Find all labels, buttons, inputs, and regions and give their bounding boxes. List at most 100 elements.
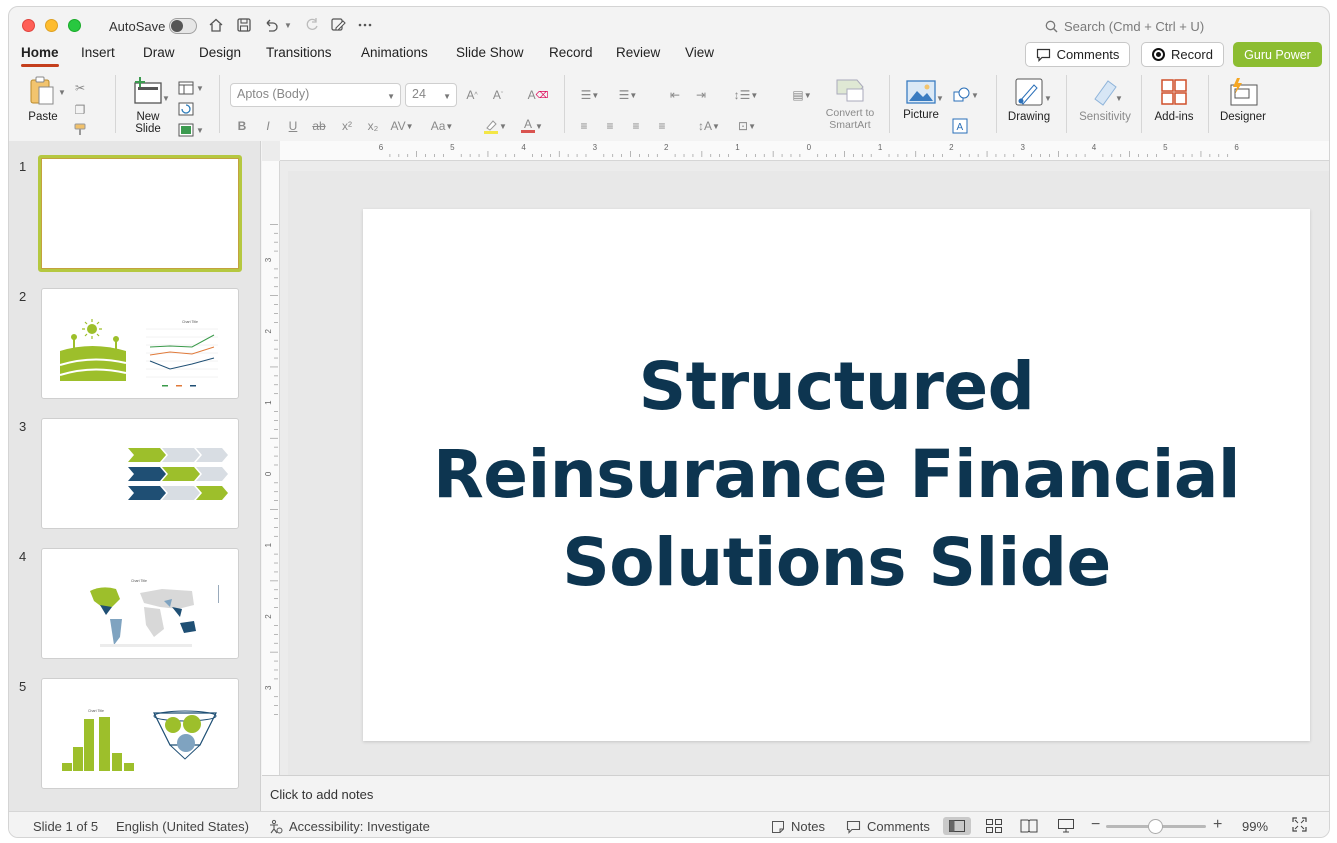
horizontal-ruler[interactable]: 6 5 4 3 2 1 0 1 2 3 4 5 6 (280, 141, 1329, 161)
minimize-window-button[interactable] (45, 19, 58, 32)
more-icon[interactable] (355, 15, 375, 35)
paste-dropdown-icon[interactable]: ▼ (57, 83, 67, 101)
comments-toggle[interactable]: Comments (846, 819, 930, 834)
zoom-level[interactable]: 99% (1242, 819, 1268, 834)
new-slide-dropdown-icon[interactable]: ▼ (161, 89, 171, 107)
strikethrough-icon[interactable]: ab (310, 117, 328, 135)
autosave-toggle[interactable] (169, 18, 197, 34)
text-direction-icon[interactable]: ↕A ▼ (694, 117, 724, 135)
justify-icon[interactable]: ≡ (653, 117, 671, 135)
font-name-select[interactable]: Aptos (Body) ▼ (230, 83, 401, 107)
zoom-window-button[interactable] (68, 19, 81, 32)
reset-slide-icon[interactable] (177, 100, 195, 118)
cut-icon[interactable]: ✂ (71, 79, 89, 97)
slide-thumbnail-2[interactable]: Chart Title (41, 288, 239, 399)
tab-draw[interactable]: Draw (143, 45, 175, 60)
zoom-slider-handle[interactable] (1148, 819, 1163, 834)
record-button[interactable]: Record (1141, 42, 1224, 67)
superscript-icon[interactable]: x² (338, 117, 356, 135)
redo-icon[interactable] (302, 15, 322, 35)
character-spacing-icon[interactable]: AV ▼ (389, 117, 415, 135)
columns-icon[interactable]: ▤ ▼ (787, 86, 817, 104)
fit-to-window-button[interactable] (1292, 817, 1307, 832)
tab-slide-show[interactable]: Slide Show (456, 45, 524, 60)
tab-home[interactable]: Home (21, 45, 59, 67)
highlight-icon[interactable]: ▼ (480, 117, 510, 135)
tab-transitions[interactable]: Transitions (266, 45, 332, 60)
decrease-font-icon[interactable]: Aˇ (489, 86, 507, 104)
layout-icon[interactable] (177, 79, 195, 97)
reading-view-button[interactable] (1015, 817, 1043, 835)
align-left-icon[interactable]: ≡ (575, 117, 593, 135)
tab-review[interactable]: Review (616, 45, 660, 60)
slide-title[interactable]: Structured Reinsurance Financial Solutio… (427, 343, 1247, 607)
slide-sorter-button[interactable] (980, 817, 1008, 835)
convert-smartart-button[interactable]: Convert to SmartArt (820, 77, 880, 131)
slide-editor: 6 5 4 3 2 1 0 1 2 3 4 5 6 3 2 1 0 1 2 3 Structured Reinsur… (262, 141, 1329, 775)
clear-formatting-icon[interactable]: A ⌫ (528, 86, 549, 104)
new-slide-label: New Slide (135, 111, 161, 135)
slide-thumbnail-4[interactable]: Chart Title (41, 548, 239, 659)
copy-icon[interactable]: ❐ (71, 101, 89, 119)
sensitivity-button[interactable]: Sensitivity (1075, 77, 1135, 123)
increase-font-icon[interactable]: A ^ (463, 86, 481, 104)
undo-icon[interactable] (261, 15, 281, 35)
vertical-ruler[interactable]: 3 2 1 0 1 2 3 (262, 161, 280, 775)
ruler-label: 6 (1234, 143, 1239, 152)
font-color-icon[interactable]: A ▼ (517, 117, 547, 135)
text-box-icon[interactable]: A (951, 117, 969, 135)
slide-thumbnail-5[interactable]: Chart Title (41, 678, 239, 789)
notes-toggle[interactable]: Notes (771, 819, 825, 834)
slide-thumbnail-3[interactable] (41, 418, 239, 529)
save-icon[interactable] (234, 15, 254, 35)
language-status[interactable]: English (United States) (116, 819, 249, 834)
layout-dropdown-icon[interactable]: ▼ (195, 79, 205, 97)
zoom-out-button[interactable]: − (1091, 816, 1100, 834)
tab-design[interactable]: Design (199, 45, 241, 60)
drawing-dropdown-icon[interactable]: ▼ (1043, 89, 1053, 107)
designer-button[interactable]: Designer (1215, 77, 1271, 123)
slide-show-button[interactable] (1052, 817, 1080, 835)
align-text-icon[interactable]: ⊡ ▼ (732, 117, 762, 135)
section-dropdown-icon[interactable]: ▼ (195, 121, 205, 139)
increase-indent-icon[interactable]: ⇥ (692, 86, 710, 104)
guru-power-button[interactable]: Guru Power (1233, 42, 1322, 67)
powerpoint-window: AutoSave ▼ Search (Cmd + Ctrl + U) Home … (8, 6, 1330, 838)
font-size-select[interactable]: 24 ▼ (405, 83, 457, 107)
line-spacing-icon[interactable]: ↕☰ ▼ (731, 86, 761, 104)
decrease-indent-icon[interactable]: ⇤ (666, 86, 684, 104)
picture-dropdown-icon[interactable]: ▼ (935, 89, 945, 107)
format-painter-icon[interactable] (71, 121, 89, 139)
close-window-button[interactable] (22, 19, 35, 32)
bullets-icon[interactable]: ☰ ▼ (575, 86, 605, 104)
italic-icon[interactable]: I (259, 117, 277, 135)
zoom-in-button[interactable]: + (1213, 816, 1222, 834)
tab-view[interactable]: View (685, 45, 714, 60)
customize-icon[interactable] (328, 15, 348, 35)
accessibility-status[interactable]: Accessibility: Investigate (268, 819, 430, 834)
tab-insert[interactable]: Insert (81, 45, 115, 60)
change-case-icon[interactable]: Aa ▼ (427, 117, 457, 135)
tab-animations[interactable]: Animations (361, 45, 428, 60)
addins-button[interactable]: Add-ins (1149, 77, 1199, 123)
undo-dropdown-icon[interactable]: ▼ (281, 15, 295, 35)
slide-thumbnail-1[interactable] (38, 155, 242, 272)
search-box[interactable]: Search (Cmd + Ctrl + U) (1045, 19, 1204, 34)
subscript-icon[interactable]: x₂ (364, 117, 382, 135)
shapes-icon[interactable]: ▼ (951, 86, 981, 104)
comments-button[interactable]: Comments (1025, 42, 1130, 67)
numbering-icon[interactable]: ☰ ▼ (613, 86, 643, 104)
normal-view-button[interactable] (943, 817, 971, 835)
tab-record[interactable]: Record (549, 45, 593, 60)
home-icon[interactable] (206, 15, 226, 35)
current-slide[interactable]: Structured Reinsurance Financial Solutio… (363, 209, 1310, 741)
section-icon[interactable] (177, 121, 195, 139)
bold-icon[interactable]: B (233, 117, 251, 135)
align-center-icon[interactable]: ≡ (601, 117, 619, 135)
notes-pane[interactable]: Click to add notes (262, 775, 1329, 811)
sensitivity-dropdown-icon[interactable]: ▼ (1114, 89, 1124, 107)
align-right-icon[interactable]: ≡ (627, 117, 645, 135)
underline-icon[interactable]: U (284, 117, 302, 135)
ruler-label: 4 (521, 143, 526, 152)
slide-4-preview: Chart Title (90, 579, 219, 647)
